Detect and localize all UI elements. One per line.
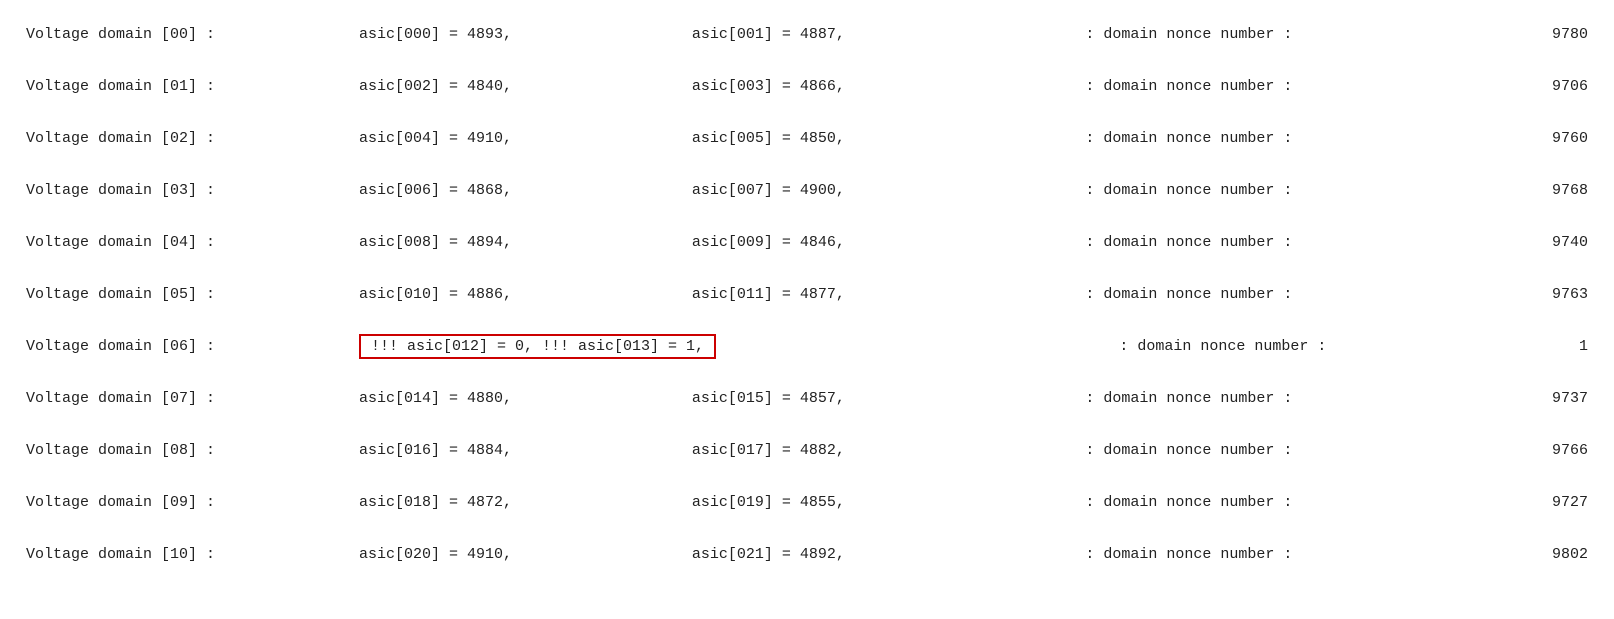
spacer xyxy=(1019,112,1080,164)
asic1-value: asic[002] = 4840, xyxy=(353,60,686,112)
nonce-value: 9706 xyxy=(1473,60,1594,112)
nonce-label: : domain nonce number : xyxy=(1079,424,1473,476)
nonce-value: 9740 xyxy=(1473,216,1594,268)
nonce-value: 9763 xyxy=(1473,268,1594,320)
nonce-value: 9802 xyxy=(1473,528,1594,580)
table-row: Voltage domain [06] :!!! asic[012] = 0, … xyxy=(20,320,1594,372)
error-highlight-box: !!! asic[012] = 0, !!! asic[013] = 1, xyxy=(359,334,716,359)
asic1-value: asic[010] = 4886, xyxy=(353,268,686,320)
asic1-value: asic[020] = 4910, xyxy=(353,528,686,580)
domain-label: Voltage domain [05] : xyxy=(20,268,353,320)
asic1-value: asic[008] = 4894, xyxy=(353,216,686,268)
asic2-value: asic[011] = 4877, xyxy=(686,268,1019,320)
nonce-value: 9727 xyxy=(1473,476,1594,528)
asic2-value: asic[003] = 4866, xyxy=(686,60,1019,112)
spacer xyxy=(1019,372,1080,424)
nonce-label: : domain nonce number : xyxy=(1079,528,1473,580)
table-row: Voltage domain [07] :asic[014] = 4880,as… xyxy=(20,372,1594,424)
asic1-value: asic[014] = 4880, xyxy=(353,372,686,424)
asic2-value: asic[019] = 4855, xyxy=(686,476,1019,528)
domain-label: Voltage domain [10] : xyxy=(20,528,353,580)
domain-label: Voltage domain [01] : xyxy=(20,60,353,112)
nonce-value: 9780 xyxy=(1473,8,1594,60)
nonce-label: : domain nonce number : xyxy=(1079,60,1473,112)
nonce-label: : domain nonce number : xyxy=(1079,216,1473,268)
nonce-value: 1 xyxy=(1473,320,1594,372)
nonce-label: : domain nonce number : xyxy=(1079,372,1473,424)
asic1-value: asic[006] = 4868, xyxy=(353,164,686,216)
asic1-value: asic[018] = 4872, xyxy=(353,476,686,528)
domain-label: Voltage domain [02] : xyxy=(20,112,353,164)
asic2-value: asic[021] = 4892, xyxy=(686,528,1019,580)
spacer xyxy=(1019,476,1080,528)
nonce-label: : domain nonce number : xyxy=(1079,112,1473,164)
nonce-label: : domain nonce number : xyxy=(1079,320,1473,372)
nonce-value: 9766 xyxy=(1473,424,1594,476)
voltage-domain-table: Voltage domain [00] :asic[000] = 4893,as… xyxy=(20,8,1594,580)
table-row: Voltage domain [10] :asic[020] = 4910,as… xyxy=(20,528,1594,580)
asic1-value: asic[016] = 4884, xyxy=(353,424,686,476)
table-row: Voltage domain [08] :asic[016] = 4884,as… xyxy=(20,424,1594,476)
spacer xyxy=(1019,528,1080,580)
domain-label: Voltage domain [09] : xyxy=(20,476,353,528)
nonce-label: : domain nonce number : xyxy=(1079,164,1473,216)
domain-label: Voltage domain [06] : xyxy=(20,320,353,372)
table-row: Voltage domain [09] :asic[018] = 4872,as… xyxy=(20,476,1594,528)
table-row: Voltage domain [01] :asic[002] = 4840,as… xyxy=(20,60,1594,112)
table-row: Voltage domain [00] :asic[000] = 4893,as… xyxy=(20,8,1594,60)
nonce-value: 9760 xyxy=(1473,112,1594,164)
asic1-value: asic[000] = 4893, xyxy=(353,8,686,60)
table-row: Voltage domain [05] :asic[010] = 4886,as… xyxy=(20,268,1594,320)
spacer xyxy=(1019,8,1080,60)
spacer xyxy=(1019,216,1080,268)
asic2-value: asic[009] = 4846, xyxy=(686,216,1019,268)
domain-label: Voltage domain [03] : xyxy=(20,164,353,216)
domain-label: Voltage domain [07] : xyxy=(20,372,353,424)
nonce-value: 9737 xyxy=(1473,372,1594,424)
domain-label: Voltage domain [04] : xyxy=(20,216,353,268)
domain-label: Voltage domain [08] : xyxy=(20,424,353,476)
spacer xyxy=(1019,268,1080,320)
asic2-value: asic[015] = 4857, xyxy=(686,372,1019,424)
spacer xyxy=(1019,424,1080,476)
nonce-label: : domain nonce number : xyxy=(1079,476,1473,528)
nonce-label: : domain nonce number : xyxy=(1079,8,1473,60)
table-row: Voltage domain [03] :asic[006] = 4868,as… xyxy=(20,164,1594,216)
asic2-value: asic[001] = 4887, xyxy=(686,8,1019,60)
highlighted-asic-cell: !!! asic[012] = 0, !!! asic[013] = 1, xyxy=(353,320,1079,372)
table-row: Voltage domain [02] :asic[004] = 4910,as… xyxy=(20,112,1594,164)
spacer xyxy=(1019,60,1080,112)
asic2-value: asic[017] = 4882, xyxy=(686,424,1019,476)
asic1-value: asic[004] = 4910, xyxy=(353,112,686,164)
domain-label: Voltage domain [00] : xyxy=(20,8,353,60)
table-row: Voltage domain [04] :asic[008] = 4894,as… xyxy=(20,216,1594,268)
asic2-value: asic[007] = 4900, xyxy=(686,164,1019,216)
nonce-value: 9768 xyxy=(1473,164,1594,216)
spacer xyxy=(1019,164,1080,216)
nonce-label: : domain nonce number : xyxy=(1079,268,1473,320)
asic2-value: asic[005] = 4850, xyxy=(686,112,1019,164)
